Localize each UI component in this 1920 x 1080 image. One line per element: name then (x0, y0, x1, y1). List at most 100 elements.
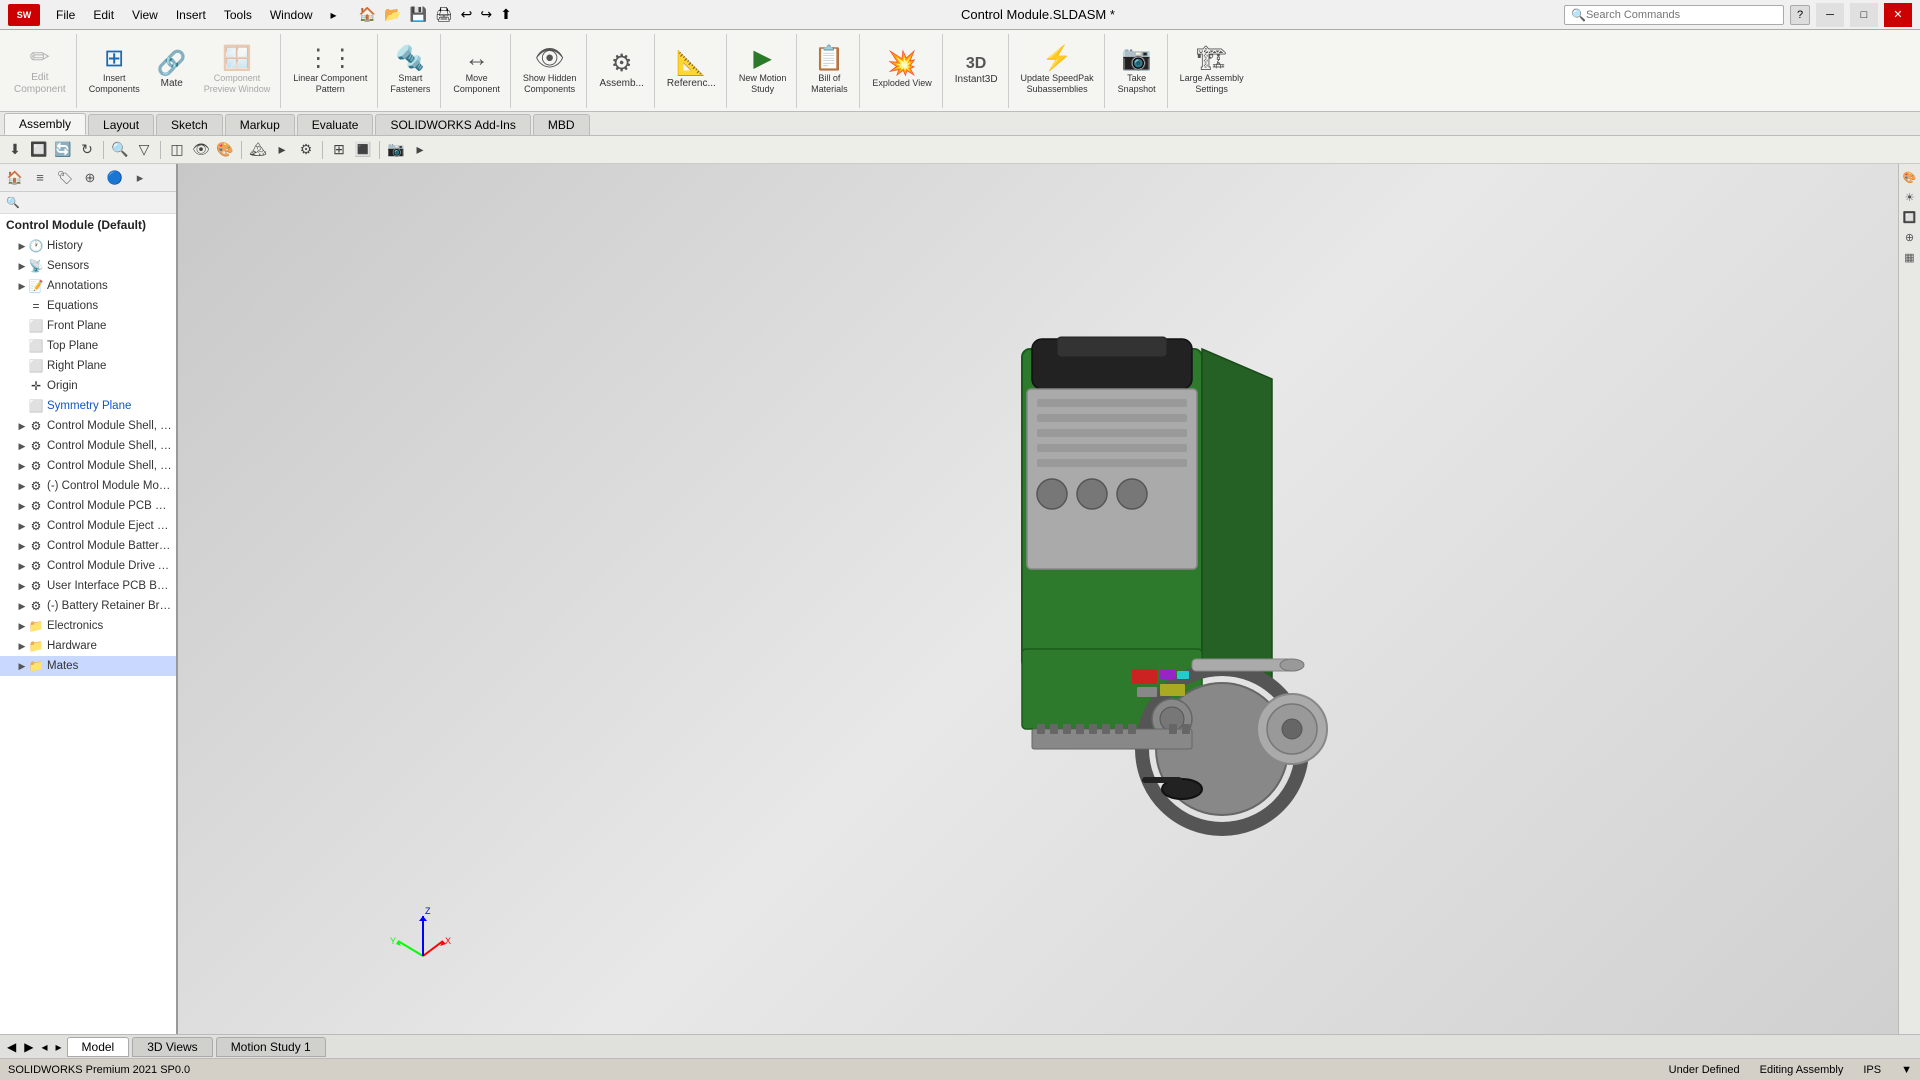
tree-filter-bar[interactable] (0, 192, 176, 214)
smart-fasteners-button[interactable]: 🔩 SmartFasteners (384, 37, 436, 105)
tree-config-icon[interactable]: 🔵 (104, 168, 126, 188)
tree-arrow-pcb-cover[interactable]: ▶ (16, 500, 28, 512)
snapshot-button[interactable]: 📷 TakeSnapshot (1111, 37, 1163, 105)
tree-arrow-drive-asse[interactable]: ▶ (16, 560, 28, 572)
tree-item-shell-top[interactable]: ▶⚙Control Module Shell, Top-... (0, 436, 176, 456)
menu-more[interactable]: ▸ (323, 6, 345, 24)
menu-file[interactable]: File (48, 6, 83, 24)
scroll-right-button[interactable]: ▶ (21, 1039, 36, 1055)
bottom-tab-motion[interactable]: Motion Study 1 (216, 1037, 326, 1057)
speedpak-button[interactable]: ⚡ Update SpeedPakSubassemblies (1015, 37, 1100, 105)
view-search-icon[interactable]: 🔍 (109, 139, 131, 161)
tab-sketch[interactable]: Sketch (156, 114, 223, 135)
cursor-icon[interactable]: ⬆ (500, 6, 512, 23)
rp-3d-icon[interactable]: ▦ (1901, 248, 1919, 266)
rp-appearances-icon[interactable]: 🎨 (1901, 168, 1919, 186)
tab-evaluate[interactable]: Evaluate (297, 114, 374, 135)
minimize-button[interactable]: ─ (1816, 3, 1844, 27)
tree-arrow-history[interactable]: ▶ (16, 240, 28, 252)
view-appearance-icon[interactable]: 🎨 (214, 139, 236, 161)
tab-addins[interactable]: SOLIDWORKS Add-Ins (375, 114, 530, 135)
scroll-left-button[interactable]: ◀ (4, 1039, 19, 1055)
menu-view[interactable]: View (124, 6, 166, 24)
tree-item-history[interactable]: ▶🕐History (0, 236, 176, 256)
bom-button[interactable]: 📋 Bill ofMaterials (803, 37, 855, 105)
tree-arrow-battery-door[interactable]: ▶ (16, 540, 28, 552)
view-section-icon[interactable]: 🔄 (52, 139, 74, 161)
maximize-button[interactable]: □ (1850, 3, 1878, 27)
view-rotate-icon[interactable]: ↻ (76, 139, 98, 161)
tree-filter-input[interactable] (6, 197, 170, 209)
tree-arrow-symmetry-plane[interactable] (16, 400, 28, 412)
tree-item-right-plane[interactable]: ⬜Right Plane (0, 356, 176, 376)
print-icon[interactable]: 🖨 (435, 6, 453, 23)
nav-prev-button[interactable]: ◂ (38, 1039, 50, 1055)
bottom-tab-3dviews[interactable]: 3D Views (132, 1037, 212, 1057)
reference-button[interactable]: 📐 Referenc... (661, 37, 722, 105)
tree-arrow-shell-bott[interactable]: ▶ (16, 420, 28, 432)
tree-arrow-battery-bracket[interactable]: ▶ (16, 600, 28, 612)
rp-scenes-icon[interactable]: ☀ (1901, 188, 1919, 206)
folder-icon[interactable]: 📂 (384, 6, 401, 23)
bottom-tab-model[interactable]: Model (67, 1037, 130, 1057)
exploded-view-button[interactable]: 💥 Exploded View (866, 37, 937, 105)
tree-item-mates[interactable]: ▶📁Mates (0, 656, 176, 676)
view-grid-icon[interactable]: ⊞ (328, 139, 350, 161)
rp-custom-icon[interactable]: ⊕ (1901, 228, 1919, 246)
large-assembly-button[interactable]: 🏗 Large AssemblySettings (1174, 37, 1250, 105)
tree-arrow-top-plane[interactable] (16, 340, 28, 352)
tree-item-drive-asse[interactable]: ▶⚙Control Module Drive Asse... (0, 556, 176, 576)
tree-arrow-motor[interactable]: ▶ (16, 480, 28, 492)
menu-tools[interactable]: Tools (216, 6, 260, 24)
tree-arrow-shell-wire[interactable]: ▶ (16, 460, 28, 472)
tree-item-origin[interactable]: ✛Origin (0, 376, 176, 396)
tree-item-eject-butt[interactable]: ▶⚙Control Module Eject Butto... (0, 516, 176, 536)
assembly-features-button[interactable]: ⚙ Assemb... (593, 37, 649, 105)
tree-arrow-shell-top[interactable]: ▶ (16, 440, 28, 452)
tree-item-shell-wire[interactable]: ▶⚙Control Module Shell, Wire... (0, 456, 176, 476)
menu-window[interactable]: Window (262, 6, 321, 24)
linear-pattern-button[interactable]: ⋮⋮ Linear ComponentPattern (287, 37, 373, 105)
units-dropdown[interactable]: ▼ (1901, 1064, 1912, 1076)
viewport[interactable]: X Y Z (178, 164, 1898, 1034)
menu-edit[interactable]: Edit (85, 6, 122, 24)
tree-item-equations[interactable]: =Equations (0, 296, 176, 316)
tree-item-motor[interactable]: ▶⚙(-) Control Module Motor H... (0, 476, 176, 496)
save-icon[interactable]: 💾 (409, 6, 426, 23)
tree-arrow-annotations[interactable]: ▶ (16, 280, 28, 292)
tree-view-icon[interactable]: ⊕ (79, 168, 101, 188)
tab-markup[interactable]: Markup (225, 114, 295, 135)
tree-item-battery-bracket[interactable]: ▶⚙(-) Battery Retainer Bracket... (0, 596, 176, 616)
tree-item-top-plane[interactable]: ⬜Top Plane (0, 336, 176, 356)
undo-icon[interactable]: ↩ (461, 6, 473, 23)
home-icon[interactable]: 🏠 (359, 6, 376, 23)
tree-item-front-plane[interactable]: ⬜Front Plane (0, 316, 176, 336)
tree-item-symmetry-plane[interactable]: ⬜Symmetry Plane (0, 396, 176, 416)
component-preview-button[interactable]: 🪟 ComponentPreview Window (198, 37, 277, 105)
tree-arrow-origin[interactable] (16, 380, 28, 392)
tree-list-icon[interactable]: ≡ (29, 168, 51, 188)
help-icon[interactable]: ? (1790, 5, 1810, 25)
tab-mbd[interactable]: MBD (533, 114, 590, 135)
tab-assembly[interactable]: Assembly (4, 113, 86, 135)
tree-item-shell-bott[interactable]: ▶⚙Control Module Shell, Bott... (0, 416, 176, 436)
nav-next-button[interactable]: ▸ (53, 1039, 65, 1055)
tree-item-pcb-cover[interactable]: ▶⚙Control Module PCB Cover... (0, 496, 176, 516)
tree-item-electronics[interactable]: ▶📁Electronics (0, 616, 176, 636)
tree-featuremanager-icon[interactable]: 🏠 (4, 168, 26, 188)
view-lighting-icon[interactable]: ▸ (271, 139, 293, 161)
close-button[interactable]: ✕ (1884, 3, 1912, 27)
tree-arrow-hardware[interactable]: ▶ (16, 640, 28, 652)
view-perspective-icon[interactable]: 🔲 (28, 139, 50, 161)
view-extra-icon[interactable]: ▸ (409, 139, 431, 161)
move-component-button[interactable]: ↔ MoveComponent (447, 37, 506, 105)
view-more-icon[interactable]: ⚙ (295, 139, 317, 161)
tree-tag-icon[interactable]: 🏷 (54, 168, 76, 188)
tree-more-icon[interactable]: ▸ (129, 168, 151, 188)
tree-arrow-eject-butt[interactable]: ▶ (16, 520, 28, 532)
tree-item-hardware[interactable]: ▶📁Hardware (0, 636, 176, 656)
tree-arrow-right-plane[interactable] (16, 360, 28, 372)
show-hidden-button[interactable]: 👁 Show HiddenComponents (517, 37, 583, 105)
view-scene-icon[interactable]: 🏔 (247, 139, 269, 161)
tree-item-ui-pcb[interactable]: ▶⚙User Interface PCB Board A... (0, 576, 176, 596)
